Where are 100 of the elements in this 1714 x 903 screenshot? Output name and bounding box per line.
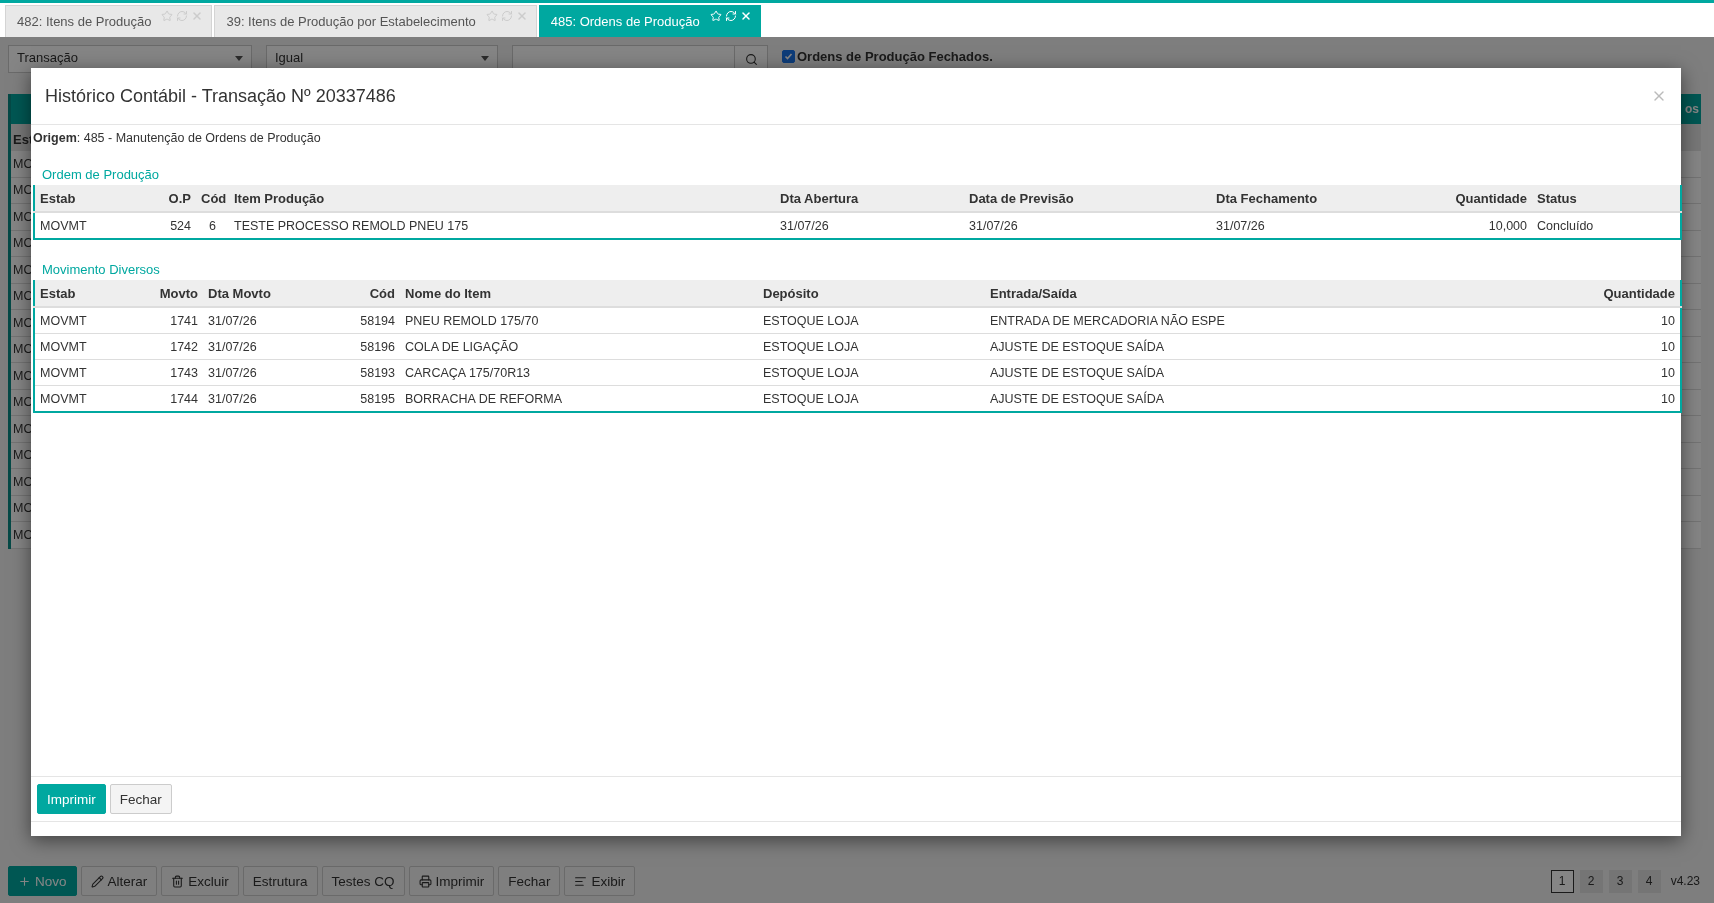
close-icon[interactable] [739, 10, 752, 22]
table-cell: MOVMT [34, 385, 141, 412]
page-button[interactable]: 2 [1579, 869, 1603, 893]
table-cell: 31/07/26 [203, 385, 301, 412]
table-cell: 31/07/26 [775, 212, 964, 239]
table-cell: MOVMT [34, 333, 141, 360]
column-header: Estab [34, 185, 156, 212]
star-icon[interactable] [485, 10, 498, 22]
section-title: Movimento Diversos [41, 262, 161, 277]
toolbar-button[interactable]: Estrutura [242, 866, 318, 896]
table-cell: 10 [1401, 359, 1681, 386]
pencil-icon [90, 874, 104, 888]
table-cell: Concluído [1532, 212, 1681, 239]
tab[interactable]: 482: Itens de Produção [5, 5, 213, 37]
column-header: O.P [156, 185, 196, 212]
column-header: Depósito [758, 280, 985, 307]
table-cell: 31/07/26 [964, 212, 1211, 239]
dialog-button[interactable]: Fechar [109, 784, 172, 814]
table-cell: ESTOQUE LOJA [758, 359, 985, 386]
toolbar-button[interactable]: Fechar [498, 866, 561, 896]
column-header: Dta Fechamento [1211, 185, 1381, 212]
tab[interactable]: 485: Ordens de Produção [538, 5, 761, 37]
column-header: Quantidade [1381, 185, 1532, 212]
table-cell: 1742 [141, 333, 203, 360]
table-cell: 31/07/26 [203, 359, 301, 386]
list-icon [574, 874, 588, 888]
toolbar-button[interactable]: Novo [8, 866, 77, 896]
toolbar-button[interactable]: Testes CQ [321, 866, 405, 896]
column-header: Item Produção [229, 185, 775, 212]
toolbar-button[interactable]: Excluir [161, 866, 239, 896]
column-header: Entrada/Saída [985, 280, 1401, 307]
table-cell: BORRACHA DE REFORMA [400, 385, 758, 412]
page-button[interactable]: 3 [1608, 869, 1632, 893]
table-cell: AJUSTE DE ESTOQUE SAÍDA [985, 333, 1401, 360]
table-cell: 31/07/26 [1211, 212, 1381, 239]
column-header: os [1685, 102, 1699, 116]
section-title: Ordem de Produção [41, 167, 161, 182]
table-cell: MOVMT [34, 359, 141, 386]
column-header: Cód [301, 280, 400, 307]
toolbar-button[interactable]: Alterar [80, 866, 158, 896]
table-cell: 58196 [301, 333, 400, 360]
table-cell: 58195 [301, 385, 400, 412]
caret-icon [235, 56, 243, 61]
close-icon[interactable] [515, 10, 528, 22]
table-cell: ESTOQUE LOJA [758, 385, 985, 412]
origin-text: Origem: 485 - Manutenção de Ordens de Produção [33, 131, 322, 145]
table-cell: PNEU REMOLD 175/70 [400, 307, 758, 334]
search-icon[interactable] [744, 52, 758, 66]
column-header: Data de Previsão [964, 185, 1211, 212]
caret-icon [481, 56, 489, 61]
column-header: Cód [196, 185, 229, 212]
check-icon [784, 52, 793, 61]
column-header: Dta Movto [203, 280, 301, 307]
printer-icon [418, 874, 432, 888]
refresh-icon[interactable] [176, 10, 189, 22]
table-cell: 1743 [141, 359, 203, 386]
table-cell: ENTRADA DE MERCADORIA NÃO ESPE [985, 307, 1401, 334]
toolbar-button[interactable]: Exibir [564, 866, 636, 896]
table-cell: MOVMT [34, 307, 141, 334]
version-label: v4.23 [1670, 874, 1700, 888]
table-cell: 31/07/26 [203, 307, 301, 334]
column-header: Estab [34, 280, 141, 307]
table-cell: 10 [1401, 307, 1681, 334]
close-icon[interactable] [191, 10, 204, 22]
toolbar-button[interactable]: Imprimir [408, 866, 495, 896]
table-cell: 58193 [301, 359, 400, 386]
table-cell: CARCAÇA 175/70R13 [400, 359, 758, 386]
table-cell: 10 [1401, 333, 1681, 360]
table-cell: 10,000 [1381, 212, 1532, 239]
table-cell: 31/07/26 [203, 333, 301, 360]
table-cell: 58194 [301, 307, 400, 334]
checkbox-label: Ordens de Produção Fechados. [797, 49, 993, 64]
star-icon[interactable] [161, 10, 174, 22]
table-cell: ESTOQUE LOJA [758, 307, 985, 334]
table-cell: 6 [196, 212, 229, 239]
trash-icon [171, 874, 185, 888]
table-cell: TESTE PROCESSO REMOLD PNEU 175 [229, 212, 775, 239]
column-header: Nome do Item [400, 280, 758, 307]
table-cell: MOVMT [34, 212, 156, 239]
dialog-button[interactable]: Imprimir [37, 784, 106, 814]
column-header: Quantidade [1401, 280, 1681, 307]
dialog-title: Histórico Contábil - Transação Nº 20337486 [45, 85, 396, 107]
table-cell: 524 [156, 212, 196, 239]
refresh-icon[interactable] [724, 10, 737, 22]
column-header: Dta Abertura [775, 185, 964, 212]
page-button[interactable]: 4 [1637, 869, 1661, 893]
table-cell: AJUSTE DE ESTOQUE SAÍDA [985, 385, 1401, 412]
checkbox[interactable] [782, 50, 795, 63]
column-header: Movto [141, 280, 203, 307]
table-cell: COLA DE LIGAÇÃO [400, 333, 758, 360]
table-cell: AJUSTE DE ESTOQUE SAÍDA [985, 359, 1401, 386]
page-button[interactable]: 1 [1550, 869, 1574, 893]
refresh-icon[interactable] [500, 10, 513, 22]
tab[interactable]: 39: Itens de Produção por Estabelecimento [214, 5, 537, 37]
plus-icon [18, 874, 31, 888]
table-cell: ESTOQUE LOJA [758, 333, 985, 360]
table-cell: 10 [1401, 385, 1681, 412]
table-cell: 1744 [141, 385, 203, 412]
column-header: Status [1532, 185, 1681, 212]
table-cell: 1741 [141, 307, 203, 334]
